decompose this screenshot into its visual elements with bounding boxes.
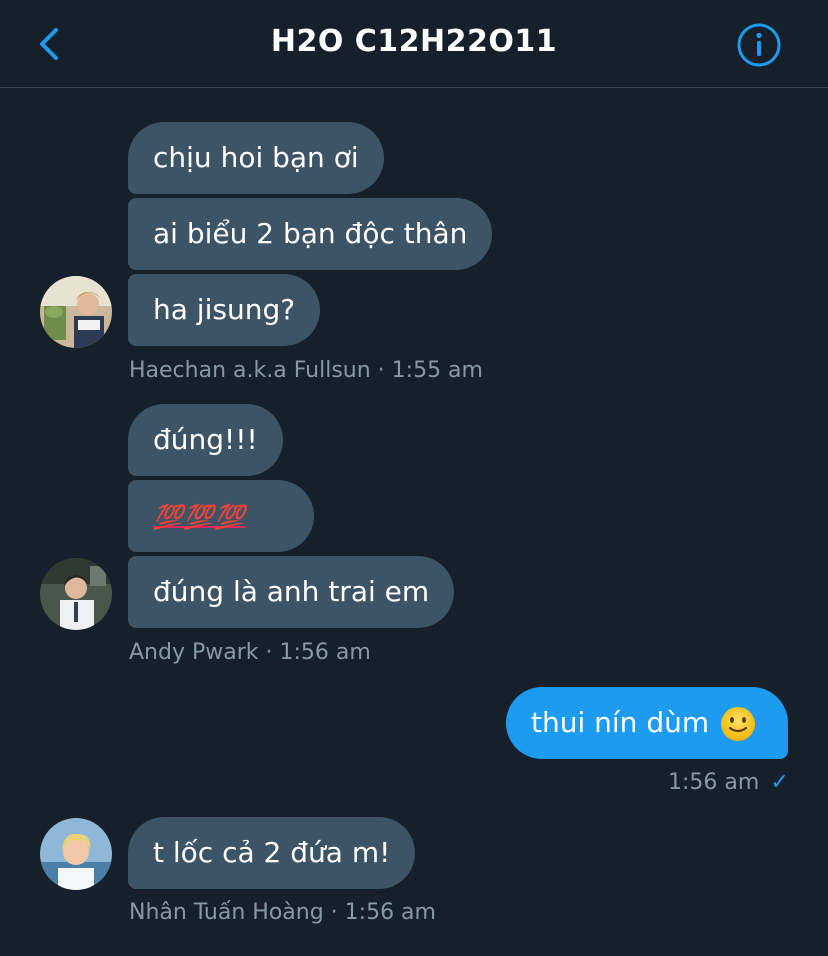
timestamp: 1:55 am xyxy=(391,358,483,383)
message-bubble[interactable]: đúng là anh trai em xyxy=(128,556,455,628)
message-bubble[interactable]: 💯💯💯 xyxy=(128,480,314,552)
avatar[interactable] xyxy=(40,818,112,890)
timestamp: 1:56 am xyxy=(668,770,760,795)
message-meta: Haechan a.k.a Fullsun · 1:55 am xyxy=(129,358,483,383)
message-bubble[interactable]: t lốc cả 2 đứa m! xyxy=(128,817,416,889)
sender-name: Andy Pwark xyxy=(129,640,259,665)
message-meta: Andy Pwark · 1:56 am xyxy=(129,640,371,665)
sent-check-icon: ✓ xyxy=(770,770,789,795)
info-circle-icon xyxy=(737,23,781,67)
hundred-points-emoji: 💯💯💯 xyxy=(153,503,246,531)
message-bubble[interactable]: chịu hoi bạn ơi xyxy=(128,122,384,194)
message-bubble[interactable]: ha jisung? xyxy=(128,274,321,346)
slightly-smiling-face-icon xyxy=(721,707,756,741)
avatar[interactable] xyxy=(40,558,112,630)
sender-name: Haechan a.k.a Fullsun xyxy=(129,358,371,383)
message-meta: 1:56 am ✓ xyxy=(668,770,789,795)
info-button[interactable] xyxy=(736,22,782,68)
timestamp: 1:56 am xyxy=(279,640,371,665)
conversation-header: H2O C12H22O11 xyxy=(0,0,828,88)
message-bubble[interactable]: ai biểu 2 bạn độc thân xyxy=(128,198,493,270)
message-bubble[interactable]: đúng!!! xyxy=(128,404,283,476)
timestamp: 1:56 am xyxy=(344,900,436,925)
message-meta: Nhân Tuấn Hoàng · 1:56 am xyxy=(129,900,436,925)
sender-name: Nhân Tuấn Hoàng xyxy=(129,900,324,925)
sent-message-bubble[interactable]: thui nín dùm xyxy=(506,687,788,759)
conversation-title: H2O C12H22O11 xyxy=(270,24,558,59)
avatar[interactable] xyxy=(40,276,112,348)
